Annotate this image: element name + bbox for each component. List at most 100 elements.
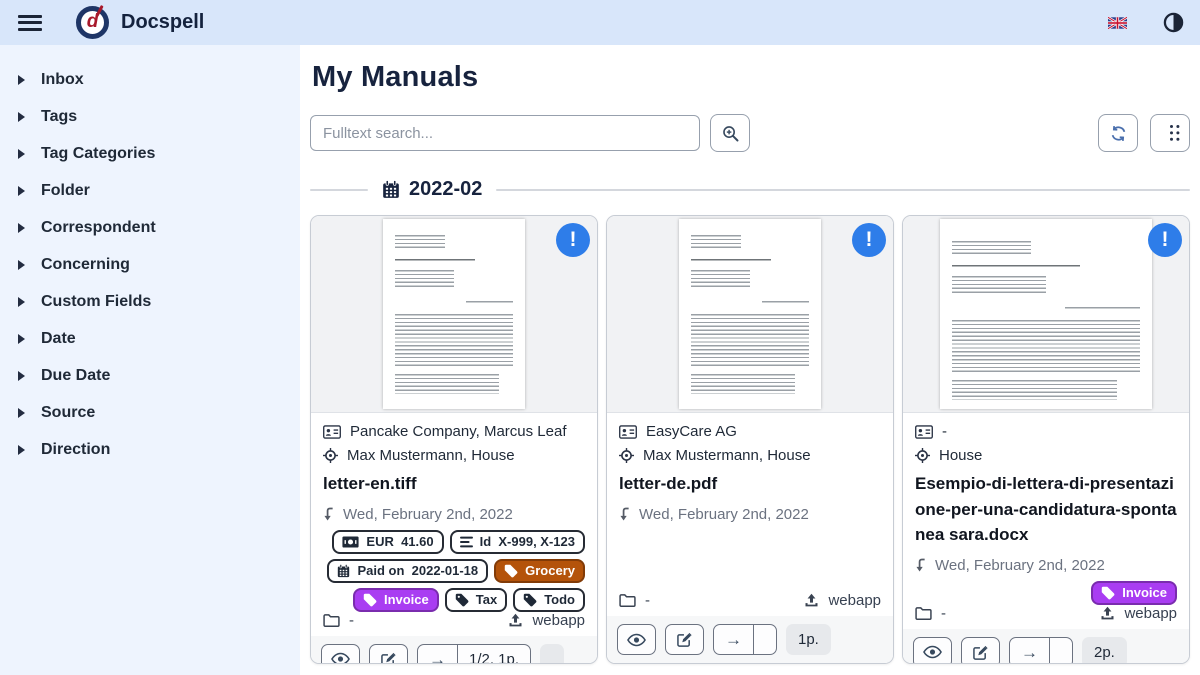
arrow-down-icon: [323, 507, 334, 522]
page-count: 1/2, 1p.: [458, 645, 530, 665]
tag-icon: [363, 593, 377, 607]
menu-icon[interactable]: [18, 13, 44, 33]
sidebar-item-direction[interactable]: Direction: [0, 431, 300, 468]
folder-icon: [619, 594, 636, 607]
pill-label: Id X-999, X-123: [480, 534, 575, 549]
caret-right-icon: [18, 112, 25, 122]
alert-badge: !: [1148, 223, 1182, 257]
sidebar-item-label: Source: [41, 404, 95, 422]
language-flag-icon[interactable]: [1108, 17, 1127, 29]
edit-icon: [381, 652, 396, 665]
page-count: [540, 644, 564, 665]
eye-icon: [331, 652, 350, 664]
caret-right-icon: [18, 297, 25, 307]
select-mode-button[interactable]: [1150, 114, 1190, 152]
edit-icon: [973, 645, 988, 660]
refresh-button[interactable]: [1098, 114, 1138, 152]
sidebar-item-folder[interactable]: Folder: [0, 172, 300, 209]
arrow-down-icon: [619, 507, 630, 522]
preview-page: [383, 219, 525, 409]
preview-button[interactable]: [617, 624, 656, 655]
sidebar-item-label: Custom Fields: [41, 293, 151, 311]
pill-label: Invoice: [1122, 585, 1167, 600]
arrow-right-icon: →: [1021, 644, 1038, 661]
folder-label: -: [349, 612, 354, 629]
person-card-icon: [323, 425, 341, 439]
page-count: [1050, 638, 1072, 665]
item-card[interactable]: ! Pancake Company, Marcus Leaf: [310, 215, 598, 664]
concerning-label: Max Mustermann, House: [643, 447, 811, 464]
search-button[interactable]: [710, 114, 750, 152]
caret-right-icon: [18, 408, 25, 418]
refresh-icon: [1110, 125, 1127, 142]
folder-label: -: [941, 605, 946, 622]
sidebar-item-source[interactable]: Source: [0, 394, 300, 431]
preview-button[interactable]: [913, 637, 952, 665]
item-name: letter-en.tiff: [323, 471, 585, 497]
sidebar-item-inbox[interactable]: Inbox: [0, 61, 300, 98]
app-logo-icon[interactable]: d: [76, 6, 109, 39]
move-next-button[interactable]: →: [714, 625, 753, 654]
preview-page: [940, 219, 1152, 409]
sidebar-item-custom-fields[interactable]: Custom Fields: [0, 283, 300, 320]
tag-icon: [504, 564, 518, 578]
move-next-group: → 1/2, 1p.: [417, 644, 531, 665]
grip-icon: [1165, 125, 1175, 142]
item-name: letter-de.pdf: [619, 471, 881, 497]
card-footer-meta: - webapp: [607, 592, 893, 609]
theme-toggle-button[interactable]: [1163, 12, 1184, 33]
money-icon: [342, 536, 359, 548]
sidebar-item-tags[interactable]: Tags: [0, 98, 300, 135]
document-preview[interactable]: !: [607, 216, 893, 413]
tag-icon: [1101, 586, 1115, 600]
crosshair-icon: [619, 448, 634, 463]
arrow-right-icon: →: [725, 631, 742, 648]
folder-label: -: [645, 592, 650, 609]
caret-right-icon: [18, 371, 25, 381]
upload-icon: [804, 593, 819, 608]
calendar-icon: [337, 564, 350, 578]
sidebar-item-tag-categories[interactable]: Tag Categories: [0, 135, 300, 172]
sidebar-item-concerning[interactable]: Concerning: [0, 246, 300, 283]
app-title: Docspell: [121, 11, 204, 34]
concerning-label: Max Mustermann, House: [347, 447, 515, 464]
preview-button[interactable]: [321, 644, 360, 665]
contrast-icon: [1163, 12, 1184, 33]
tag-list: EUR 41.60Id X-999, X-123Paid on 2022-01-…: [323, 530, 585, 612]
concerning-label: House: [939, 447, 982, 464]
caret-right-icon: [18, 334, 25, 344]
arrow-right-icon: →: [429, 651, 446, 665]
caret-right-icon: [18, 445, 25, 455]
source-label: webapp: [1124, 605, 1177, 622]
item-card[interactable]: ! -: [902, 215, 1190, 664]
month-group-header: 2022-02: [310, 178, 1190, 201]
search-plus-icon: [722, 125, 739, 142]
source-label: webapp: [828, 592, 881, 609]
page-count: 2p.: [1082, 637, 1127, 665]
document-preview[interactable]: !: [311, 216, 597, 413]
tag-pill: Grocery: [494, 559, 585, 583]
calendar-icon: [382, 180, 400, 199]
move-next-button[interactable]: →: [1010, 638, 1049, 665]
edit-button[interactable]: [665, 624, 704, 655]
card-body: Pancake Company, Marcus Leaf Max Musterm…: [311, 413, 597, 612]
sidebar-item-date[interactable]: Date: [0, 320, 300, 357]
item-card[interactable]: ! EasyCare AG: [606, 215, 894, 664]
edit-button[interactable]: [369, 644, 408, 665]
sidebar-item-label: Correspondent: [41, 219, 156, 237]
document-preview[interactable]: !: [903, 216, 1189, 413]
correspondent-label: Pancake Company, Marcus Leaf: [350, 423, 567, 440]
sidebar-item-correspondent[interactable]: Correspondent: [0, 209, 300, 246]
sidebar-item-label: Date: [41, 330, 76, 348]
eye-icon: [627, 633, 646, 647]
caret-right-icon: [18, 223, 25, 233]
pill-label: Invoice: [384, 592, 429, 607]
move-next-button[interactable]: →: [418, 645, 457, 665]
sidebar-item-label: Tags: [41, 108, 77, 126]
card-body: - House Esempio-di-lettera-di-presentazi…: [903, 413, 1189, 605]
sidebar-item-due-date[interactable]: Due Date: [0, 357, 300, 394]
edit-button[interactable]: [961, 637, 1000, 665]
top-bar: d Docspell: [0, 0, 1200, 45]
fulltext-search-input[interactable]: [310, 115, 700, 151]
custom-field-pill: EUR 41.60: [332, 530, 443, 554]
